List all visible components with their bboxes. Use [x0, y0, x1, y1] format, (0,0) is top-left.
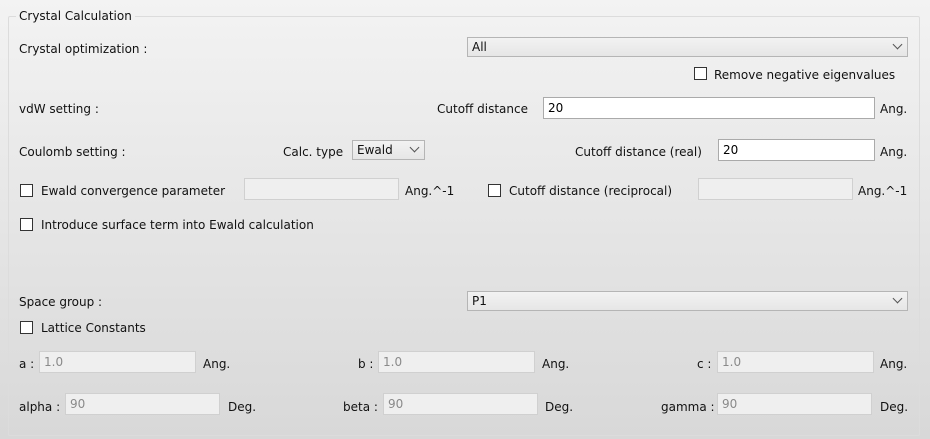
- cutoff-real-input[interactable]: [718, 139, 875, 161]
- lattice-c-input[interactable]: [717, 351, 874, 373]
- chevron-down-icon: [892, 293, 903, 304]
- lattice-beta-unit: Deg.: [545, 400, 574, 414]
- ewald-convergence-unit: Ang.^-1: [405, 184, 455, 198]
- calc-type-select[interactable]: Ewald: [352, 140, 425, 160]
- lattice-constants-checkbox[interactable]: [20, 321, 33, 334]
- lattice-constants-label: Lattice Constants: [41, 321, 146, 335]
- cutoff-real-label: Cutoff distance (real): [575, 145, 702, 159]
- chevron-down-icon: [409, 142, 420, 153]
- calc-type-value: Ewald: [357, 143, 393, 157]
- lattice-alpha-unit: Deg.: [228, 400, 257, 414]
- calc-type-label: Calc. type: [283, 145, 344, 159]
- lattice-a-input[interactable]: [39, 351, 196, 373]
- lattice-c-label: c :: [697, 357, 712, 371]
- ewald-convergence-checkbox[interactable]: [20, 184, 33, 197]
- crystal-optimization-label: Crystal optimization :: [19, 42, 148, 56]
- remove-negative-eigenvalues-label: Remove negative eigenvalues: [714, 68, 896, 82]
- lattice-beta-input[interactable]: [383, 393, 538, 415]
- group-title: Crystal Calculation: [16, 9, 135, 23]
- vdw-cutoff-label: Cutoff distance: [437, 102, 528, 116]
- cutoff-real-unit: Ang.: [880, 145, 908, 159]
- lattice-gamma-label: gamma :: [661, 400, 715, 414]
- crystal-optimization-value: All: [472, 40, 487, 54]
- lattice-gamma-unit: Deg.: [880, 400, 909, 414]
- cutoff-reciprocal-unit: Ang.^-1: [858, 184, 908, 198]
- cutoff-reciprocal-label: Cutoff distance (reciprocal): [509, 184, 673, 198]
- lattice-alpha-input[interactable]: [65, 393, 220, 415]
- cutoff-reciprocal-checkbox[interactable]: [488, 184, 501, 197]
- lattice-b-unit: Ang.: [542, 357, 570, 371]
- lattice-gamma-input[interactable]: [717, 393, 872, 415]
- lattice-b-input[interactable]: [378, 351, 535, 373]
- lattice-beta-label: beta :: [343, 400, 378, 414]
- lattice-a-label: a :: [19, 357, 35, 371]
- space-group-label: Space group :: [19, 295, 103, 309]
- surface-term-label: Introduce surface term into Ewald calcul…: [41, 218, 314, 232]
- cutoff-reciprocal-input[interactable]: [698, 178, 853, 200]
- space-group-select[interactable]: P1: [467, 291, 908, 311]
- chevron-down-icon: [892, 39, 903, 50]
- surface-term-checkbox[interactable]: [20, 218, 33, 231]
- vdw-setting-label: vdW setting :: [19, 102, 99, 116]
- lattice-alpha-label: alpha :: [19, 400, 61, 414]
- crystal-optimization-select[interactable]: All: [467, 37, 908, 57]
- lattice-c-unit: Ang.: [880, 357, 908, 371]
- ewald-convergence-label: Ewald convergence parameter: [41, 184, 226, 198]
- lattice-b-label: b :: [358, 357, 374, 371]
- coulomb-setting-label: Coulomb setting :: [19, 145, 126, 159]
- remove-negative-eigenvalues-checkbox[interactable]: [694, 67, 707, 80]
- lattice-a-unit: Ang.: [203, 357, 231, 371]
- space-group-value: P1: [472, 294, 487, 308]
- vdw-cutoff-unit: Ang.: [880, 102, 908, 116]
- vdw-cutoff-input[interactable]: [543, 97, 875, 119]
- ewald-convergence-input[interactable]: [244, 178, 399, 200]
